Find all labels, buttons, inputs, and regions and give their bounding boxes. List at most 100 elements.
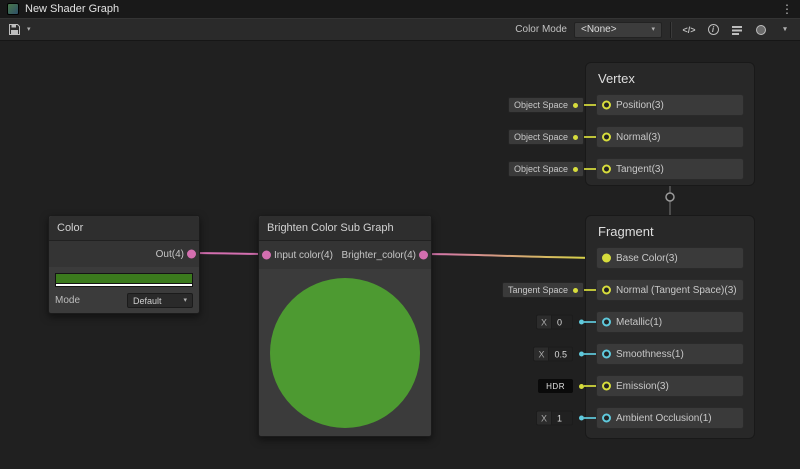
alpha-bar xyxy=(55,284,193,287)
code-icon[interactable]: </> xyxy=(679,21,699,39)
blackboard-icon[interactable] xyxy=(727,21,747,39)
fragment-row-base-color[interactable]: Base Color(3) xyxy=(596,247,744,269)
brighter-color-port[interactable] xyxy=(419,251,428,260)
port-stub xyxy=(584,289,596,291)
mode-dropdown[interactable]: Default ▾ xyxy=(127,293,193,308)
toolbar-separator xyxy=(670,22,671,38)
ambient-occlusion-port-label: Ambient Occlusion(1) xyxy=(616,413,712,424)
subgraph-node[interactable]: Brighten Color Sub Graph Input color(4) … xyxy=(258,215,432,437)
save-button[interactable] xyxy=(5,20,24,39)
wire-color-to-subgraph[interactable] xyxy=(193,253,266,254)
mode-label: Mode xyxy=(55,295,80,306)
ambient-occlusion-port[interactable] xyxy=(602,414,611,423)
position-space-dropdown[interactable]: Object Space xyxy=(508,97,584,113)
output-port-label: Brighter_color(4) xyxy=(342,250,416,261)
out-port-label: Out(4) xyxy=(156,249,184,260)
mode-row: Mode Default ▾ xyxy=(55,293,193,308)
metallic-port-label: Metallic(1) xyxy=(616,317,662,328)
color-node-header[interactable]: Color xyxy=(49,216,199,241)
tangent-port-label: Tangent(3) xyxy=(616,164,664,175)
smoothness-port[interactable] xyxy=(602,350,611,359)
toolbar-overflow-caret[interactable]: ▾ xyxy=(775,21,795,39)
tangent-port[interactable] xyxy=(602,165,611,174)
fragment-title: Fragment xyxy=(596,216,744,247)
input-color-port[interactable] xyxy=(262,251,271,260)
subgraph-node-header[interactable]: Brighten Color Sub Graph xyxy=(259,216,431,241)
vertex-title: Vertex xyxy=(596,63,744,94)
shader-graph-window: New Shader Graph ⋮ ▾ Color Mode <None> ▾… xyxy=(0,0,800,469)
fragment-row-ambient-occlusion[interactable]: Ambient Occlusion(1) X 1 xyxy=(596,407,744,429)
x-axis-label: X xyxy=(533,347,548,362)
color-out-row: Out(4) xyxy=(49,241,199,267)
vertex-row-position[interactable]: Position(3) Object Space xyxy=(596,94,744,116)
ambient-occlusion-value-widget[interactable]: X 1 xyxy=(536,411,584,426)
fragment-row-emission[interactable]: Emission(3) HDR xyxy=(596,375,744,397)
port-stub xyxy=(584,136,596,138)
chevron-down-icon: ▾ xyxy=(783,26,787,33)
hdr-badge[interactable]: HDR xyxy=(538,379,573,393)
metallic-value-widget[interactable]: X 0 xyxy=(536,315,584,330)
widget-port-dot xyxy=(573,135,578,140)
emission-port[interactable] xyxy=(602,382,611,391)
port-stub xyxy=(584,104,596,106)
float-field[interactable]: X 0 xyxy=(536,315,573,330)
subgraph-node-title: Brighten Color Sub Graph xyxy=(267,222,394,234)
main-preview-icon[interactable] xyxy=(751,21,771,39)
float-value[interactable]: 1 xyxy=(551,411,573,426)
space-pill: Object Space xyxy=(508,161,584,177)
float-field[interactable]: X 0.5 xyxy=(533,347,573,362)
save-dropdown-button[interactable]: ▾ xyxy=(24,20,34,39)
widget-port-dot xyxy=(573,167,578,172)
color-node[interactable]: Color Out(4) Mode Default ▾ xyxy=(48,215,200,314)
input-port-label: Input color(4) xyxy=(274,250,333,261)
normal-space-dropdown[interactable]: Tangent Space xyxy=(502,282,584,298)
inspector-info-icon[interactable]: i xyxy=(703,21,723,39)
float-field[interactable]: X 1 xyxy=(536,411,573,426)
emission-port-label: Emission(3) xyxy=(616,381,669,392)
space-pill-label: Tangent Space xyxy=(508,285,568,295)
metallic-port[interactable] xyxy=(602,318,611,327)
normal-port[interactable] xyxy=(602,133,611,142)
emission-hdr-widget[interactable]: HDR xyxy=(538,379,584,393)
color-swatch[interactable] xyxy=(55,273,193,284)
position-port-label: Position(3) xyxy=(616,100,664,111)
color-mode-label: Color Mode xyxy=(515,24,567,35)
color-mode-value: <None> xyxy=(581,24,617,35)
base-color-port[interactable] xyxy=(602,254,611,263)
normal-space-dropdown[interactable]: Object Space xyxy=(508,129,584,145)
space-pill: Object Space xyxy=(508,129,584,145)
color-node-title: Color xyxy=(57,222,83,234)
toolbar: ▾ Color Mode <None> ▾ </> i ▾ xyxy=(0,18,800,41)
fragment-context[interactable]: Fragment Base Color(3) Normal (Tangent S… xyxy=(585,215,755,439)
float-value[interactable]: 0.5 xyxy=(548,347,573,362)
vertex-row-normal[interactable]: Normal(3) Object Space xyxy=(596,126,744,148)
fragment-row-smoothness[interactable]: Smoothness(1) X 0.5 xyxy=(596,343,744,365)
out-port[interactable] xyxy=(187,250,196,259)
vertex-context[interactable]: Vertex Position(3) Object Space Normal(3… xyxy=(585,62,755,186)
space-pill: Object Space xyxy=(508,97,584,113)
tangent-space-dropdown[interactable]: Object Space xyxy=(508,161,584,177)
block-link-circle[interactable] xyxy=(666,193,674,201)
vertex-row-tangent[interactable]: Tangent(3) Object Space xyxy=(596,158,744,180)
title-bar: New Shader Graph ⋮ xyxy=(0,0,800,18)
space-pill-label: Object Space xyxy=(514,132,568,142)
position-port[interactable] xyxy=(602,101,611,110)
widget-port-dot xyxy=(579,384,584,389)
smoothness-value-widget[interactable]: X 0.5 xyxy=(533,347,584,362)
wire-subgraph-to-basecolor[interactable] xyxy=(425,254,604,258)
fragment-row-metallic[interactable]: Metallic(1) X 0 xyxy=(596,311,744,333)
chevron-down-icon: ▾ xyxy=(27,26,31,33)
float-value[interactable]: 0 xyxy=(551,315,573,330)
normal-tangent-port-label: Normal (Tangent Space)(3) xyxy=(616,285,737,296)
window-title: New Shader Graph xyxy=(25,3,119,15)
shader-graph-icon xyxy=(7,3,19,15)
widget-port-dot xyxy=(573,288,578,293)
sphere-icon xyxy=(756,25,766,35)
color-mode-dropdown[interactable]: <None> ▾ xyxy=(574,22,662,38)
info-icon: i xyxy=(708,24,719,35)
chevron-down-icon: ▾ xyxy=(183,297,187,304)
fragment-row-normal[interactable]: Normal (Tangent Space)(3) Tangent Space xyxy=(596,279,744,301)
kebab-menu-icon[interactable]: ⋮ xyxy=(781,0,793,18)
normal-tangent-port[interactable] xyxy=(602,286,611,295)
layers-icon xyxy=(731,24,743,36)
